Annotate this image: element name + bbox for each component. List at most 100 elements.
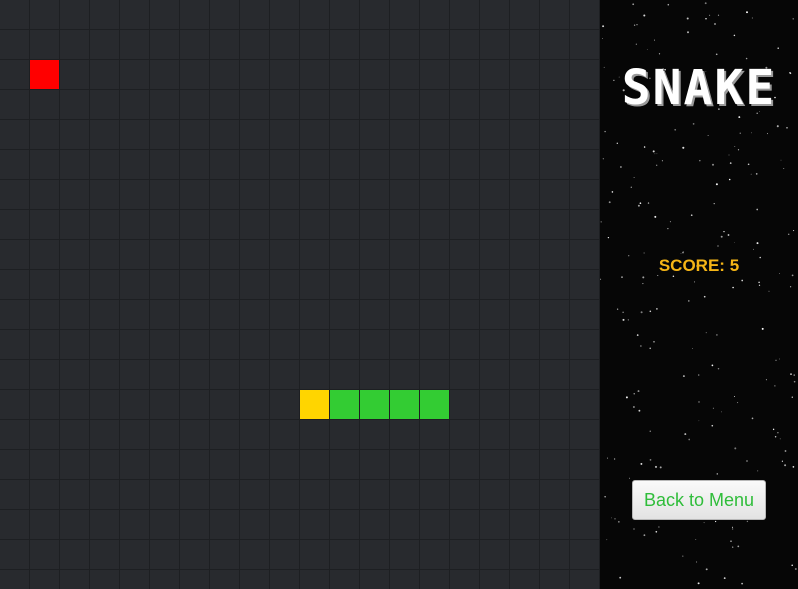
star-dot: [695, 539, 697, 540]
star-dot: [616, 308, 619, 310]
star-dot: [738, 116, 741, 119]
star-dot: [643, 146, 646, 148]
game-window: SNAKE SCORE: 5 Back to Menu: [0, 0, 798, 589]
star-dot: [707, 134, 709, 136]
star-dot: [656, 308, 658, 310]
star-dot: [692, 123, 695, 125]
game-title: SNAKE: [621, 60, 777, 116]
star-dot: [607, 236, 610, 239]
star-dot: [602, 25, 605, 28]
star-dot: [630, 186, 632, 188]
star-dot: [728, 178, 731, 181]
star-dot: [784, 450, 787, 452]
star-dot: [731, 526, 734, 528]
star-dot: [733, 34, 736, 37]
star-dot: [775, 359, 777, 361]
star-dot: [737, 149, 740, 151]
star-dot: [703, 522, 705, 524]
star-dot: [755, 173, 758, 175]
star-dot: [774, 436, 777, 438]
star-dot: [649, 310, 652, 313]
star-dot: [712, 407, 714, 409]
star-dot: [746, 460, 748, 462]
star-dot: [682, 555, 684, 557]
star-dot: [604, 496, 606, 498]
star-dot: [741, 279, 744, 282]
star-dot: [753, 248, 754, 250]
star-dot: [734, 146, 736, 147]
star-dot: [601, 38, 603, 39]
star-dot: [737, 545, 740, 548]
star-dot: [715, 183, 718, 186]
star-dot: [786, 127, 788, 129]
star-dot: [653, 341, 655, 343]
star-dot: [784, 464, 787, 467]
star-dot: [714, 520, 717, 523]
star-dot: [716, 334, 718, 336]
star-dot: [687, 300, 690, 302]
star-dot: [732, 286, 734, 289]
star-dot: [715, 53, 718, 56]
star-dot: [751, 17, 753, 19]
star-dot: [781, 460, 783, 462]
star-dot: [643, 252, 645, 254]
star-dot: [698, 401, 700, 403]
star-dot: [697, 374, 700, 376]
star-dot: [692, 348, 693, 349]
star-dot: [713, 22, 717, 26]
star-dot: [711, 163, 715, 166]
star-dot: [633, 393, 635, 395]
star-dot: [783, 167, 785, 170]
score-value: 5: [729, 256, 740, 275]
star-dot: [654, 465, 658, 468]
star-dot: [739, 132, 741, 134]
star-dot: [741, 582, 743, 585]
star-dot: [686, 17, 689, 20]
star-dot: [652, 150, 655, 153]
star-dot: [622, 318, 625, 321]
star-dot: [696, 561, 698, 563]
star-dot: [621, 276, 623, 278]
star-dot: [732, 528, 734, 530]
star-dot: [703, 295, 706, 298]
star-dot: [656, 164, 658, 166]
star-dot: [682, 375, 685, 378]
star-dot: [654, 39, 655, 41]
star-dot: [643, 534, 646, 537]
star-dot: [639, 202, 642, 205]
star-dot: [756, 208, 759, 211]
star-dot: [622, 311, 624, 313]
star-dot: [774, 385, 776, 387]
star-dot: [616, 142, 618, 144]
star-dot: [767, 133, 768, 135]
star-dot: [787, 233, 790, 236]
sidebar-panel: SNAKE SCORE: 5 Back to Menu: [600, 0, 798, 589]
star-dot: [613, 458, 616, 460]
star-dot: [711, 424, 714, 427]
star-dot: [732, 546, 734, 548]
star-dot: [789, 286, 792, 288]
star-dot: [642, 276, 645, 279]
star-dot: [608, 201, 611, 204]
star-dot: [777, 47, 779, 49]
star-dot: [637, 390, 640, 393]
star-dot: [697, 582, 700, 585]
star-dot: [717, 245, 719, 247]
star-dot: [746, 11, 748, 14]
star-dot: [687, 31, 689, 34]
star-dot: [779, 438, 781, 440]
star-dot: [619, 576, 622, 579]
star-dot: [654, 215, 657, 218]
star-dot: [633, 528, 635, 530]
score-display: SCORE: 5: [600, 256, 798, 276]
star-dot: [698, 420, 700, 422]
star-dot: [680, 253, 682, 254]
game-board: [0, 0, 600, 589]
star-dot: [627, 319, 629, 321]
snake-head: [300, 390, 329, 419]
star-dot: [792, 18, 794, 20]
star-dot: [780, 159, 782, 161]
star-dot: [793, 380, 796, 383]
back-to-menu-button[interactable]: Back to Menu: [632, 480, 766, 520]
star-dot: [737, 402, 739, 404]
